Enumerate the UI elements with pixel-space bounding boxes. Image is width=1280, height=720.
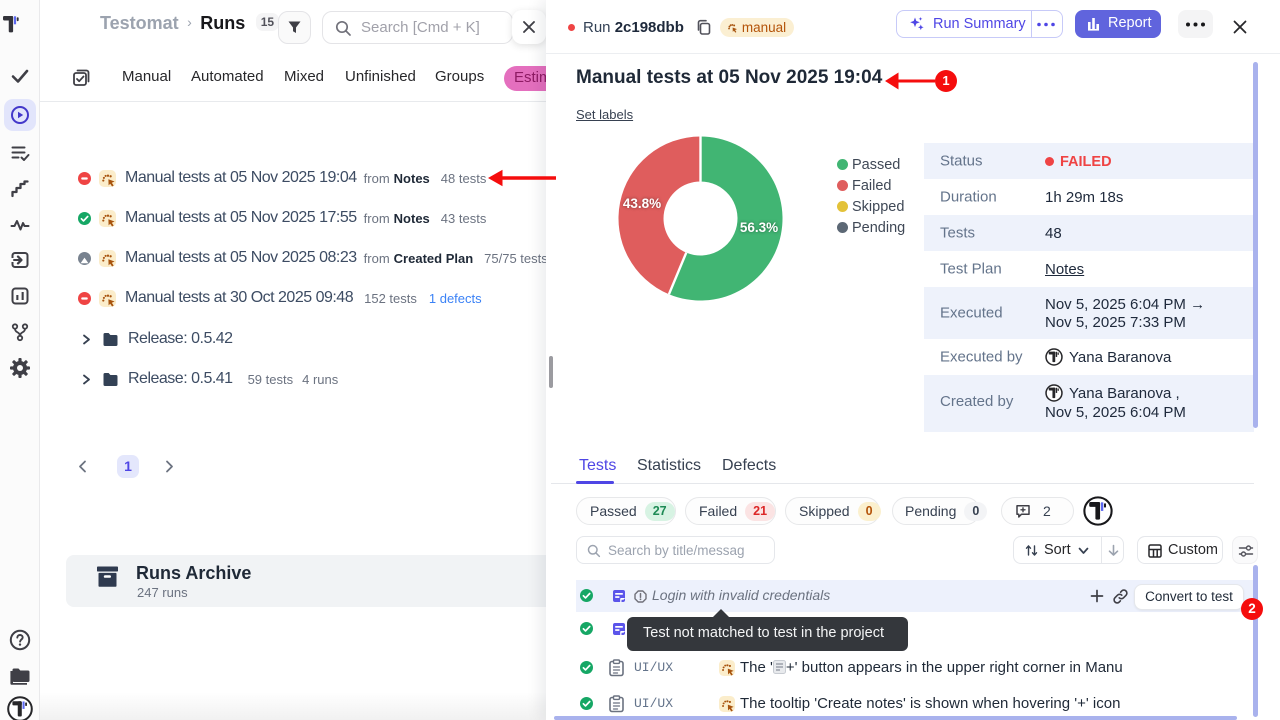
svg-text:56.3%: 56.3%	[740, 220, 778, 235]
svg-text:43.8%: 43.8%	[623, 196, 661, 211]
